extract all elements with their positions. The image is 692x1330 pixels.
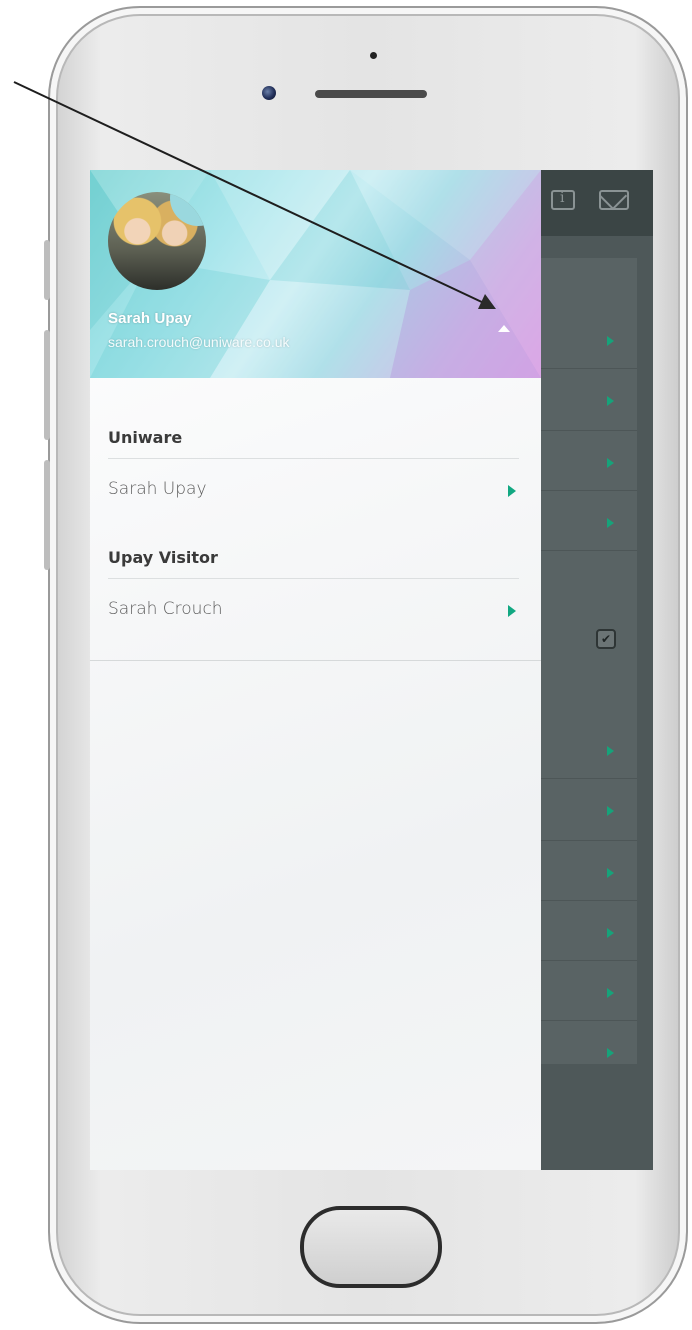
chevron-right-icon xyxy=(607,1048,614,1058)
background-app: ✔ xyxy=(539,170,653,1170)
chevron-right-icon xyxy=(607,336,614,346)
divider xyxy=(539,1020,637,1021)
home-button[interactable] xyxy=(300,1206,442,1288)
navigation-drawer: Sarah Upay sarah.crouch@uniware.co.uk Un… xyxy=(90,170,541,1170)
section-heading-uniware: Uniware xyxy=(108,428,183,447)
account-item-sarah-upay[interactable]: Sarah Upay xyxy=(90,466,541,516)
earpiece-speaker xyxy=(315,90,427,98)
chevron-right-icon xyxy=(607,928,614,938)
side-button-volume-down xyxy=(44,460,50,570)
chevron-right-icon xyxy=(607,806,614,816)
chevron-right-icon xyxy=(607,458,614,468)
account-item-sarah-crouch[interactable]: Sarah Crouch xyxy=(90,586,541,636)
divider xyxy=(90,660,541,661)
chevron-right-icon xyxy=(508,605,516,617)
profile-header[interactable]: Sarah Upay sarah.crouch@uniware.co.uk xyxy=(90,170,541,378)
divider xyxy=(539,430,637,431)
front-camera xyxy=(262,86,276,100)
phone-screen: ✔ Sarah Upay sarah.crouch@uniware.co.uk … xyxy=(90,170,653,1170)
info-icon xyxy=(551,190,575,210)
account-label: Sarah Crouch xyxy=(108,599,223,619)
profile-name: Sarah Upay xyxy=(108,310,192,327)
background-topbar xyxy=(539,170,653,236)
section-heading-upay-visitor: Upay Visitor xyxy=(108,548,218,567)
chevron-right-icon xyxy=(607,988,614,998)
chevron-right-icon xyxy=(607,396,614,406)
divider xyxy=(539,960,637,961)
divider xyxy=(539,778,637,779)
divider xyxy=(108,578,519,579)
chevron-right-icon xyxy=(607,746,614,756)
chevron-right-icon xyxy=(607,868,614,878)
chevron-right-icon xyxy=(508,485,516,497)
caret-up-icon[interactable] xyxy=(498,325,510,332)
divider xyxy=(539,900,637,901)
mail-icon xyxy=(599,190,629,210)
profile-email: sarah.crouch@uniware.co.uk xyxy=(108,334,290,350)
proximity-sensor xyxy=(370,52,377,59)
account-label: Sarah Upay xyxy=(108,479,207,499)
checkbox-checked-icon: ✔ xyxy=(596,629,616,649)
background-list xyxy=(539,258,637,1064)
divider xyxy=(539,840,637,841)
chevron-right-icon xyxy=(607,518,614,528)
divider xyxy=(539,368,637,369)
divider xyxy=(539,550,637,551)
divider xyxy=(539,490,637,491)
side-button-mute xyxy=(44,240,50,300)
divider xyxy=(108,458,519,459)
side-button-volume-up xyxy=(44,330,50,440)
avatar xyxy=(108,192,206,290)
